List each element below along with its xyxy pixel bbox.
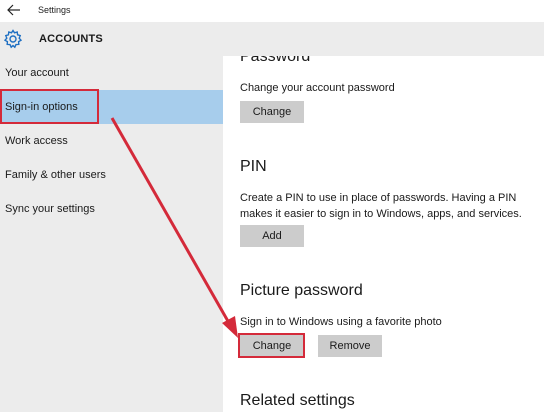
sidebar-item-sign-in-options[interactable]: Sign-in options — [0, 90, 223, 124]
picture-password-change-button[interactable]: Change — [240, 335, 304, 357]
password-description: Change your account password — [240, 82, 395, 94]
page-header: ACCOUNTS — [0, 22, 544, 56]
back-arrow-icon[interactable] — [6, 3, 22, 17]
pin-add-button[interactable]: Add — [240, 225, 304, 247]
password-heading: Password — [240, 56, 311, 65]
gear-icon — [3, 29, 23, 49]
sidebar-item-your-account[interactable]: Your account — [0, 56, 223, 90]
page-title: ACCOUNTS — [39, 33, 103, 45]
related-settings-heading: Related settings — [240, 392, 355, 409]
sidebar-item-sync-settings[interactable]: Sync your settings — [0, 192, 223, 226]
sidebar-item-family-other-users[interactable]: Family & other users — [0, 158, 223, 192]
picture-password-description: Sign in to Windows using a favorite phot… — [240, 316, 442, 328]
password-change-button[interactable]: Change — [240, 101, 304, 123]
pin-description: Create a PIN to use in place of password… — [240, 192, 522, 220]
pin-heading: PIN — [240, 158, 267, 175]
sidebar: Your account Sign-in options Work access… — [0, 56, 223, 412]
content-pane: Password Change your account password Ch… — [223, 56, 544, 412]
window-title: Settings — [38, 5, 71, 15]
picture-password-remove-button[interactable]: Remove — [318, 335, 382, 357]
picture-password-heading: Picture password — [240, 282, 363, 299]
title-bar: Settings — [0, 0, 544, 22]
sidebar-item-work-access[interactable]: Work access — [0, 124, 223, 158]
